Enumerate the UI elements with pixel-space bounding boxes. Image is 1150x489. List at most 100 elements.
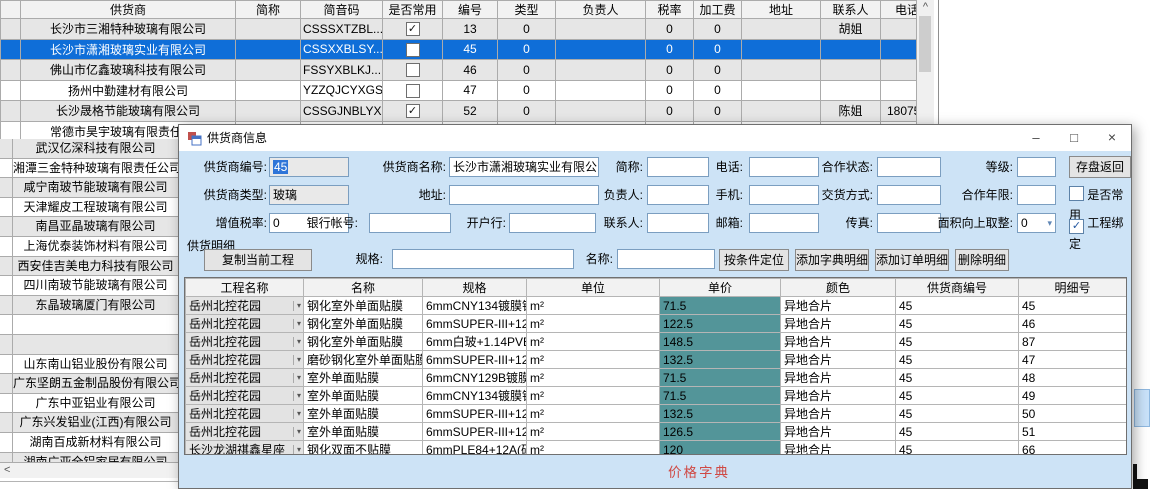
project-name-combobox[interactable]: 长沙龙湖祺鑫星座▾ xyxy=(186,441,304,456)
common-flag-checkbox[interactable] xyxy=(406,84,420,98)
column-header[interactable]: 联系人 xyxy=(821,1,881,19)
supplier-list-item[interactable]: 武汉亿深科技有限公司 xyxy=(0,139,178,159)
project-name-combobox[interactable]: 岳州北控花园▾ xyxy=(186,297,304,315)
project-name-combobox[interactable]: 岳州北控花园▾ xyxy=(186,405,304,423)
project-name-combobox[interactable]: 岳州北控花园▾ xyxy=(186,369,304,387)
supplier-list-item[interactable]: 广东中亚铝业有限公司 xyxy=(0,394,178,414)
add-dict-detail-button[interactable]: 添加字典明细 xyxy=(795,249,869,271)
column-header[interactable]: 供货商 xyxy=(21,1,236,19)
column-header[interactable]: 是否常用 xyxy=(383,1,443,19)
chevron-down-icon[interactable]: ▾ xyxy=(293,391,301,401)
supplier-list-item[interactable]: 上海优泰装饰材料有限公司 xyxy=(0,237,178,257)
detail-row[interactable]: 岳州北控花园▾磨砂钢化室外单面贴膜6mmSUPER-III+12A(硅...m²… xyxy=(186,351,1127,369)
detail-column-header[interactable]: 单价 xyxy=(660,279,781,297)
copy-project-button[interactable]: 复制当前工程 xyxy=(204,249,312,271)
supplier-list-item[interactable]: 山东南山铝业股份有限公司 xyxy=(0,355,178,375)
supplier-list-item[interactable]: 广东兴发铝业(江西)有限公司 xyxy=(0,413,178,433)
supplier-name-input[interactable]: 长沙市潇湘玻璃实业有限公司 xyxy=(449,157,599,177)
supplier-list-item[interactable]: 咸宁南玻节能玻璃有限公司 xyxy=(0,178,178,198)
save-return-button[interactable]: 存盘返回 xyxy=(1069,156,1131,178)
supplier-list-item[interactable]: 湖南广亚全铝家居有限公司 xyxy=(0,453,178,463)
add-order-detail-button[interactable]: 添加订单明细 xyxy=(875,249,949,271)
dialog-titlebar[interactable]: 供货商信息 – □ × xyxy=(179,125,1131,151)
common-flag-checkbox[interactable] xyxy=(406,43,420,57)
detail-column-header[interactable]: 名称 xyxy=(304,279,423,297)
address-input[interactable] xyxy=(449,185,599,205)
chevron-down-icon[interactable]: ▾ xyxy=(293,409,301,419)
coop-years-input[interactable] xyxy=(1017,185,1056,205)
project-name-combobox[interactable]: 岳州北控花园▾ xyxy=(186,387,304,405)
spec-filter-input[interactable] xyxy=(392,249,574,269)
common-checkbox[interactable]: 是否常用 xyxy=(1069,185,1131,205)
grade-input[interactable] xyxy=(1017,157,1056,177)
contact-input[interactable] xyxy=(647,213,709,233)
column-header[interactable]: 加工费 xyxy=(694,1,742,19)
locate-button[interactable]: 按条件定位 xyxy=(719,249,789,271)
supplier-list-item[interactable]: 南昌亚晶玻璃有限公司 xyxy=(0,217,178,237)
detail-row[interactable]: 岳州北控花园▾室外单面贴膜6mmSUPER-III+12A(硅...m²126.… xyxy=(186,423,1127,441)
detail-row[interactable]: 岳州北控花园▾室外单面贴膜6mmSUPER-III+12A(硅...m²132.… xyxy=(186,405,1127,423)
detail-row[interactable]: 岳州北控花园▾钢化室外单面贴膜6mmCNY134镀膜钢化m²71.5异地合片45… xyxy=(186,297,1127,315)
column-header[interactable]: 简音码 xyxy=(301,1,383,19)
supplier-row[interactable]: 长沙市潇湘玻璃实业有限公司CSSXXBLSY...45000 xyxy=(1,39,934,60)
chevron-down-icon[interactable]: ▾ xyxy=(293,445,301,455)
manager-input[interactable] xyxy=(647,185,709,205)
maximize-button[interactable]: □ xyxy=(1055,125,1093,151)
vertical-scroll-thumb[interactable] xyxy=(919,16,931,72)
binding-checkbox-box[interactable]: ✓ xyxy=(1069,219,1084,234)
chevron-down-icon[interactable]: ▾ xyxy=(293,373,301,383)
name-filter-input[interactable] xyxy=(617,249,715,269)
supplier-row[interactable]: 扬州中勤建材有限公司YZZQJCYXGS47000 xyxy=(1,80,934,101)
column-header[interactable]: 负责人 xyxy=(556,1,646,19)
supplier-type-input[interactable]: 玻璃 xyxy=(269,185,349,205)
column-header[interactable]: 编号 xyxy=(443,1,498,19)
chevron-down-icon[interactable]: ▾ xyxy=(1047,219,1052,228)
minimize-button[interactable]: – xyxy=(1017,125,1055,151)
common-checkbox-box[interactable] xyxy=(1069,186,1084,201)
detail-column-header[interactable]: 规格 xyxy=(423,279,527,297)
project-name-combobox[interactable]: 岳州北控花园▾ xyxy=(186,315,304,333)
detail-row[interactable]: 岳州北控花园▾钢化室外单面贴膜6mmSUPER-III+12A(硅...m²12… xyxy=(186,315,1127,333)
detail-column-header[interactable]: 工程名称 xyxy=(186,279,304,297)
supplier-list-item[interactable]: 西安佳吉美电力科技有限公司 xyxy=(0,257,178,277)
chevron-down-icon[interactable]: ▾ xyxy=(293,319,301,329)
scroll-up-icon[interactable]: ^ xyxy=(923,1,928,13)
supplier-list-item[interactable]: 四川南玻节能玻璃有限公司 xyxy=(0,276,178,296)
common-flag-checkbox[interactable]: ✓ xyxy=(406,104,420,118)
supplier-list-item[interactable] xyxy=(0,335,178,355)
detail-row[interactable]: 岳州北控花园▾钢化室外单面贴膜6mm白玻+1.14PVB+6mm...m²148… xyxy=(186,333,1127,351)
column-header[interactable]: 简称 xyxy=(236,1,301,19)
supplier-row[interactable]: 长沙市三湘特种玻璃有限公司CSSSXTZBL...✓13000胡姐 xyxy=(1,19,934,40)
common-flag-checkbox[interactable] xyxy=(406,63,420,77)
detail-row[interactable]: 长沙龙湖祺鑫星座▾钢化双面不贴膜6mmPLE84+12A(硅酮胶...m²120… xyxy=(186,441,1127,456)
binding-checkbox[interactable]: ✓ 工程绑定 xyxy=(1069,213,1131,233)
supplier-list-item[interactable]: 广东坚朗五金制品股份有限公司 xyxy=(0,374,178,394)
supplier-list-item[interactable]: 东晶玻璃厦门有限公司 xyxy=(0,296,178,316)
project-name-combobox[interactable]: 岳州北控花园▾ xyxy=(186,423,304,441)
abbr-input[interactable] xyxy=(647,157,709,177)
column-header[interactable]: 类型 xyxy=(498,1,556,19)
close-button[interactable]: × xyxy=(1093,125,1131,151)
project-name-combobox[interactable]: 岳州北控花园▾ xyxy=(186,333,304,351)
column-header[interactable]: 地址 xyxy=(742,1,821,19)
detail-row[interactable]: 岳州北控花园▾室外单面贴膜6mmCNY129B镀膜钢化m²71.5异地合片454… xyxy=(186,369,1127,387)
supplier-list-item[interactable]: 湘潭三金特种玻璃有限责任公司 xyxy=(0,159,178,179)
detail-column-header[interactable]: 单位 xyxy=(527,279,660,297)
project-name-combobox[interactable]: 岳州北控花园▾ xyxy=(186,351,304,369)
bank-account-input[interactable] xyxy=(369,213,451,233)
supplier-row[interactable]: 佛山市亿鑫玻璃科技有限公司FSSYXBLKJ...46000 xyxy=(1,60,934,81)
chevron-down-icon[interactable]: ▾ xyxy=(293,427,301,437)
chevron-down-icon[interactable]: ▾ xyxy=(293,301,301,311)
supplier-no-input[interactable]: 45 xyxy=(269,157,349,177)
supplier-list-item[interactable]: 湖南百成新材料有限公司 xyxy=(0,433,178,453)
detail-column-header[interactable]: 颜色 xyxy=(781,279,896,297)
detail-column-header[interactable]: 明细号 xyxy=(1019,279,1127,297)
scroll-left-icon[interactable]: < xyxy=(4,463,10,477)
supplier-list-item[interactable] xyxy=(0,315,178,335)
detail-row[interactable]: 岳州北控花园▾室外单面贴膜6mmCNY134镀膜钢化m²71.5异地合片4549 xyxy=(186,387,1127,405)
delete-detail-button[interactable]: 删除明细 xyxy=(955,249,1009,271)
common-flag-checkbox[interactable]: ✓ xyxy=(406,22,420,36)
column-header[interactable]: 税率 xyxy=(646,1,694,19)
chevron-down-icon[interactable]: ▾ xyxy=(293,355,301,365)
rounding-combobox[interactable]: 0▾ xyxy=(1017,213,1056,233)
